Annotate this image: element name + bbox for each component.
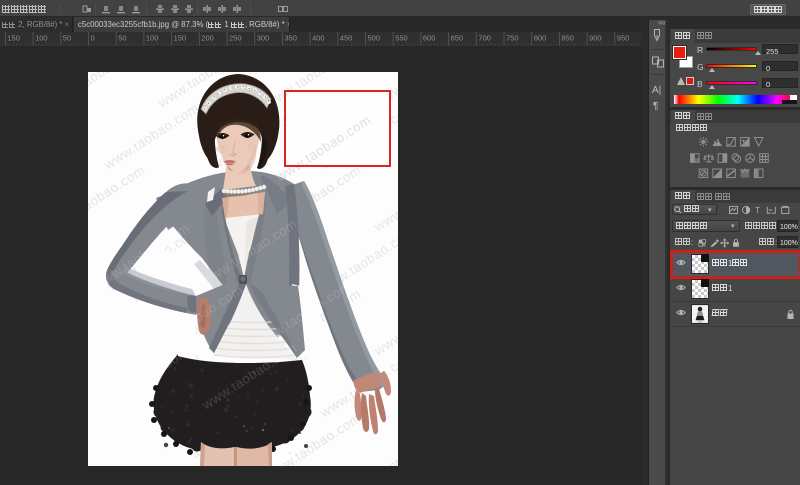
- svg-text:T: T: [755, 206, 760, 215]
- svg-text:750: 750: [506, 34, 519, 43]
- svg-text:0: 0: [91, 34, 95, 43]
- svg-text:400: 400: [312, 34, 325, 43]
- svg-text:900: 900: [589, 34, 602, 43]
- svg-text:¶: ¶: [653, 101, 658, 112]
- svg-text:950: 950: [617, 34, 630, 43]
- svg-text:50: 50: [63, 34, 71, 43]
- svg-text:450: 450: [340, 34, 353, 43]
- svg-text:200: 200: [201, 34, 214, 43]
- svg-text:500: 500: [368, 34, 381, 43]
- svg-text:700: 700: [478, 34, 491, 43]
- svg-text:800: 800: [534, 34, 547, 43]
- svg-text:100: 100: [146, 34, 159, 43]
- svg-text:550: 550: [395, 34, 408, 43]
- svg-text:50: 50: [118, 34, 126, 43]
- svg-text:350: 350: [284, 34, 297, 43]
- svg-text:A|: A|: [652, 85, 661, 96]
- svg-text:150: 150: [174, 34, 187, 43]
- svg-text:600: 600: [423, 34, 436, 43]
- svg-text:850: 850: [561, 34, 574, 43]
- svg-text:300: 300: [257, 34, 270, 43]
- svg-text:250: 250: [229, 34, 242, 43]
- svg-text:150: 150: [7, 34, 20, 43]
- svg-text:100: 100: [35, 34, 48, 43]
- svg-text:650: 650: [451, 34, 464, 43]
